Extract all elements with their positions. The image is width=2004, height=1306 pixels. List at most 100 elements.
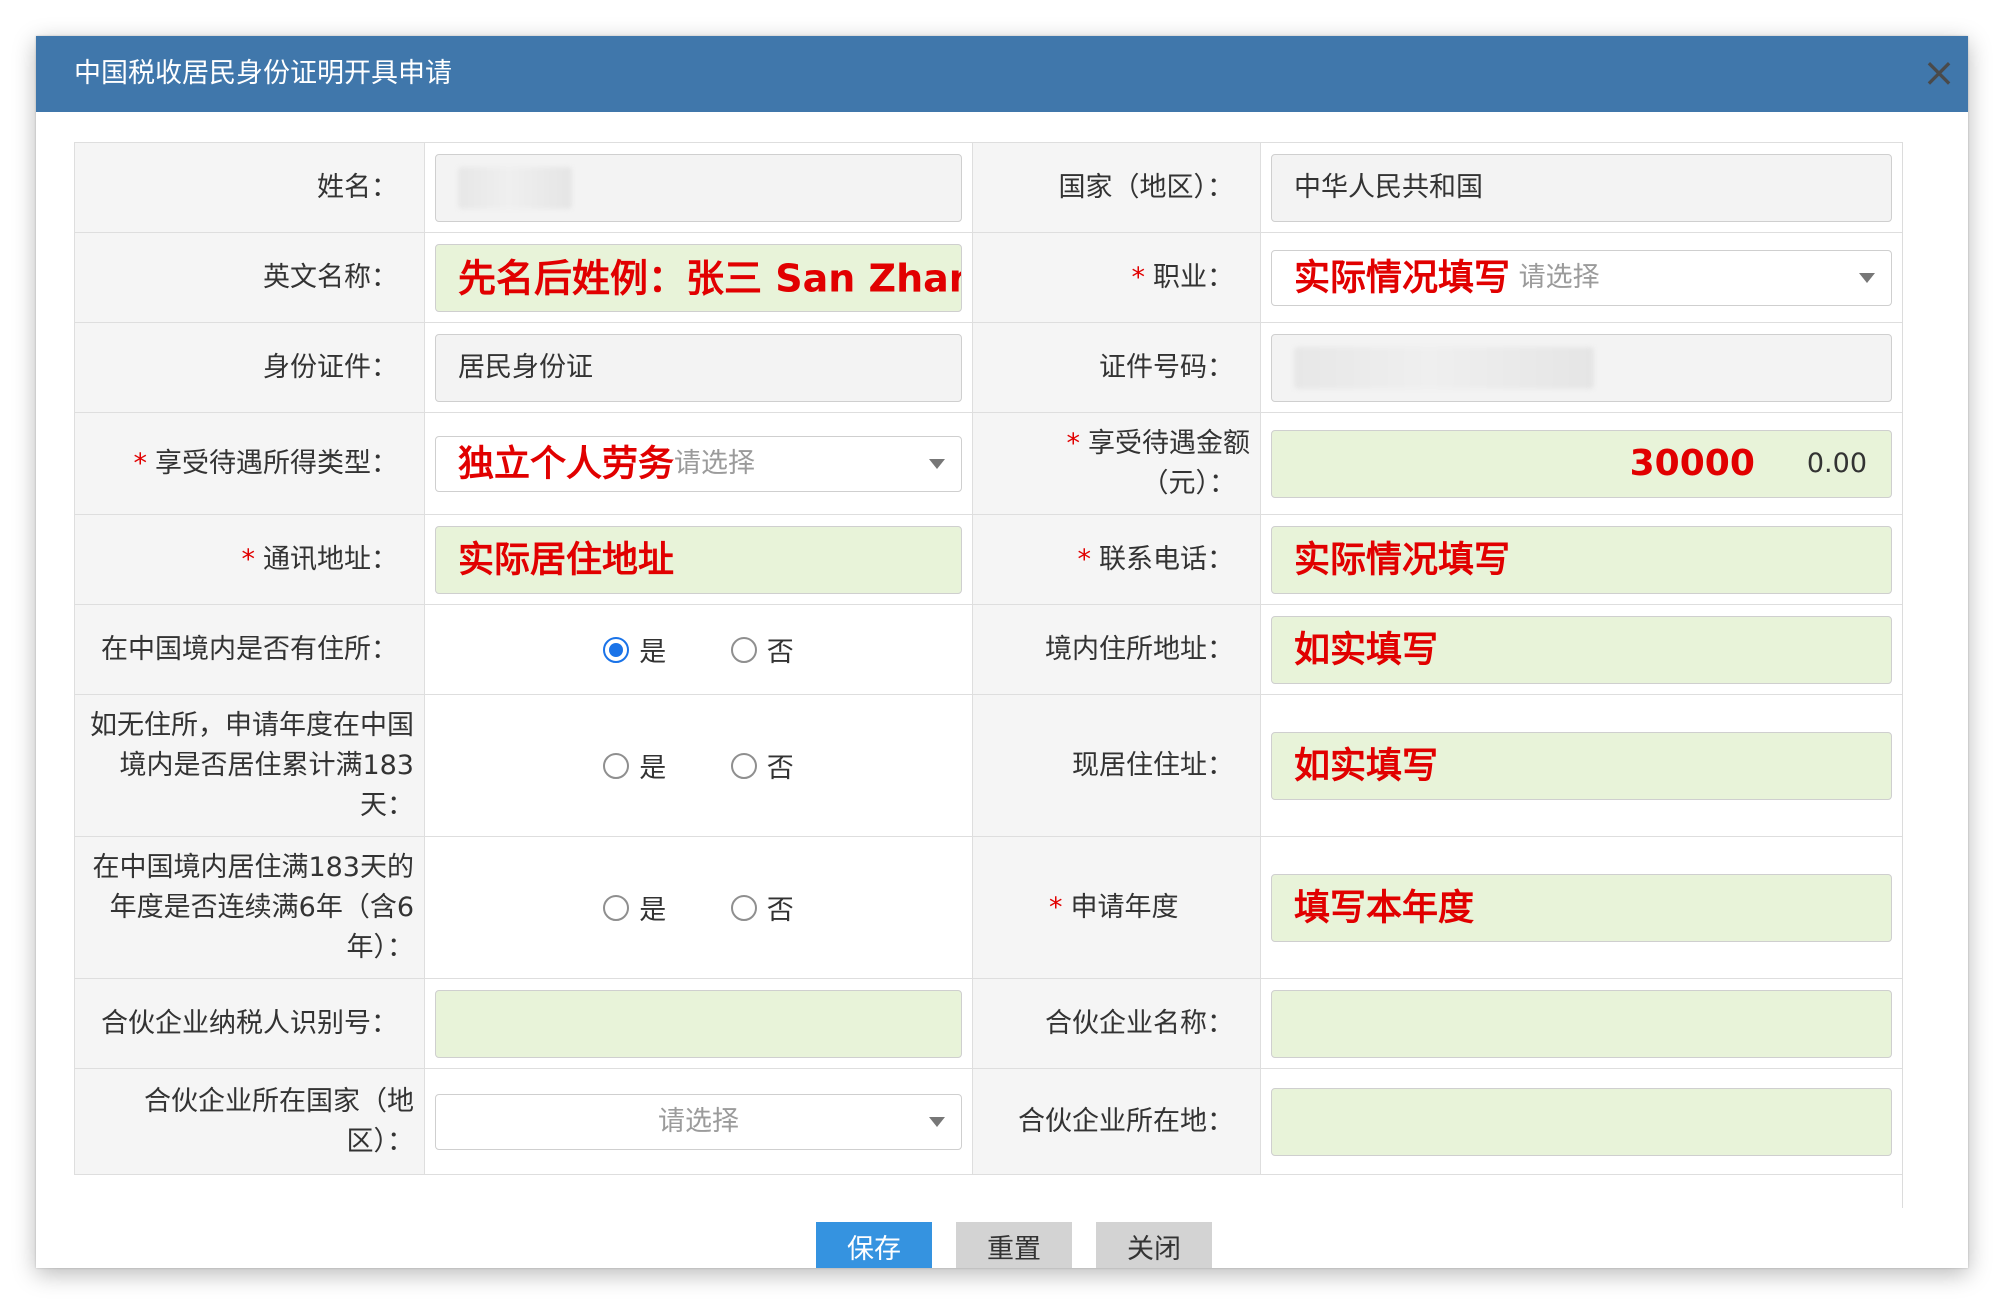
address-label: * 通讯地址：: [74, 514, 425, 605]
income-type-note: 独立个人劳务: [458, 443, 675, 484]
radio-icon[interactable]: [730, 894, 757, 921]
benefit-amount-value: 0.00: [1806, 447, 1867, 479]
partner-country-label: 合伙企业所在国家（地区）：: [74, 1068, 425, 1175]
partner-tax-id-label: 合伙企业纳税人识别号：: [74, 978, 425, 1069]
occupation-placeholder: 请选择: [1518, 261, 1600, 293]
required-mark: *: [1049, 891, 1063, 923]
resided-183-radios: 是 否: [424, 694, 973, 837]
has-domicile-yes[interactable]: 是: [603, 630, 666, 669]
six-years-yes[interactable]: 是: [603, 888, 666, 927]
country-cell: 中华人民共和国: [1260, 142, 1903, 233]
partner-name-label: 合伙企业名称：: [972, 978, 1261, 1069]
resided-183-label: 如无住所，申请年度在中国境内是否居住累计满183天：: [74, 694, 425, 837]
required-mark: *: [1066, 427, 1081, 459]
application-dialog: 中国税收居民身份证明开具申请 × 姓名： 国家（地区）： 中华人民共和国 英文名…: [36, 36, 1968, 1268]
form-row-income: * 享受待遇所得类型： 独立个人劳务请选择 * 享受待遇金额 （元）： 3000…: [74, 412, 1903, 515]
form-row-name: 姓名： 国家（地区）： 中华人民共和国: [74, 142, 1903, 233]
current-address-note: 如实填写: [1294, 745, 1439, 786]
occupation-label: * 职业：: [972, 232, 1261, 323]
partner-name-cell: [1260, 978, 1903, 1069]
income-type-select[interactable]: 独立个人劳务请选择: [435, 435, 962, 492]
resided-183-yes[interactable]: 是: [603, 746, 666, 785]
six-years-radios: 是 否: [424, 836, 973, 979]
resided-183-no[interactable]: 否: [730, 746, 794, 785]
phone-field[interactable]: 实际情况填写: [1271, 525, 1892, 594]
radio-checked-icon[interactable]: [603, 636, 630, 663]
partner-location-field[interactable]: [1271, 1087, 1892, 1156]
radio-icon[interactable]: [603, 894, 630, 921]
partner-country-select[interactable]: 请选择: [435, 1093, 962, 1150]
id-type-cell: 居民身份证: [424, 322, 973, 413]
partner-country-placeholder: 请选择: [658, 1105, 739, 1137]
partner-country-cell: 请选择: [424, 1068, 973, 1175]
form-row-english-name: 英文名称： 先名后姓例：张三 San Zhang * 职业： 实际情况填写 请选择: [74, 232, 1903, 323]
radio-icon[interactable]: [603, 752, 630, 779]
country-field[interactable]: 中华人民共和国: [1271, 153, 1892, 222]
english-name-label: 英文名称：: [74, 232, 425, 323]
apply-year-note: 填写本年度: [1294, 887, 1475, 928]
partner-location-cell: [1260, 1068, 1903, 1175]
benefit-amount-cell: 30000 0.00: [1260, 412, 1903, 515]
form-scroll-area: 姓名： 国家（地区）： 中华人民共和国 英文名称： 先名后姓例：张三 San Z…: [74, 142, 1926, 1208]
english-name-note: 先名后姓例：张三 San Zhang: [458, 256, 962, 300]
partner-location-label: 合伙企业所在地：: [972, 1068, 1261, 1175]
form-row-partner-location: 合伙企业所在国家（地区）： 请选择 合伙企业所在地：: [74, 1068, 1903, 1175]
income-type-label: * 享受待遇所得类型：: [74, 412, 425, 515]
income-type-placeholder: 请选择: [674, 447, 756, 479]
form-row-domicile: 在中国境内是否有住所： 是 否 境内住所地址： 如实填写: [74, 604, 1903, 695]
name-field[interactable]: [435, 153, 962, 222]
radio-icon[interactable]: [730, 636, 757, 663]
name-redacted: [458, 167, 572, 209]
domicile-address-field[interactable]: 如实填写: [1271, 615, 1892, 684]
address-note: 实际居住地址: [458, 539, 675, 580]
form-row-contact: * 通讯地址： 实际居住地址 * 联系电话： 实际情况填写: [74, 514, 1903, 605]
vertical-scrollbar[interactable]: [1902, 142, 1926, 1208]
occupation-cell: 实际情况填写 请选择: [1260, 232, 1903, 323]
address-field[interactable]: 实际居住地址: [435, 525, 962, 594]
six-years-no[interactable]: 否: [730, 888, 794, 927]
has-domicile-radios: 是 否: [424, 604, 973, 695]
close-button[interactable]: 关闭: [1096, 1222, 1212, 1268]
id-number-field[interactable]: [1271, 333, 1892, 402]
id-number-redacted: [1294, 347, 1594, 389]
application-form: 姓名： 国家（地区）： 中华人民共和国 英文名称： 先名后姓例：张三 San Z…: [74, 142, 1903, 1175]
id-type-field[interactable]: 居民身份证: [435, 333, 962, 402]
benefit-amount-field[interactable]: 30000 0.00: [1271, 429, 1892, 498]
required-mark: *: [1131, 261, 1146, 293]
current-address-cell: 如实填写: [1260, 694, 1903, 837]
button-bar: 保存 重置 关闭: [36, 1208, 1968, 1268]
save-button[interactable]: 保存: [816, 1222, 932, 1268]
chevron-down-icon: [929, 458, 945, 469]
occupation-select[interactable]: 实际情况填写 请选择: [1271, 249, 1892, 306]
domicile-address-cell: 如实填写: [1260, 604, 1903, 695]
partner-tax-id-field[interactable]: [435, 989, 962, 1058]
required-mark: *: [133, 447, 148, 479]
radio-icon[interactable]: [730, 752, 757, 779]
close-icon[interactable]: ×: [1916, 50, 1962, 96]
name-label: 姓名：: [74, 142, 425, 233]
required-mark: *: [241, 543, 256, 575]
partner-name-field[interactable]: [1271, 989, 1892, 1058]
apply-year-label: * 申请年度: [972, 836, 1261, 979]
chevron-down-icon: [929, 1116, 945, 1127]
six-years-label: 在中国境内居住满183天的年度是否连续满6年（含6年）：: [74, 836, 425, 979]
form-row-id: 身份证件： 居民身份证 证件号码：: [74, 322, 1903, 413]
apply-year-field[interactable]: 填写本年度: [1271, 873, 1892, 942]
reset-button[interactable]: 重置: [956, 1222, 1072, 1268]
dialog-titlebar: 中国税收居民身份证明开具申请 ×: [36, 36, 1968, 112]
occupation-note: 实际情况填写: [1294, 257, 1511, 298]
name-cell: [424, 142, 973, 233]
current-address-field[interactable]: 如实填写: [1271, 731, 1892, 800]
benefit-amount-label: * 享受待遇金额 （元）：: [972, 412, 1261, 515]
current-address-label: 现居住住址：: [972, 694, 1261, 837]
phone-note: 实际情况填写: [1294, 539, 1511, 580]
english-name-cell: 先名后姓例：张三 San Zhang: [424, 232, 973, 323]
income-type-cell: 独立个人劳务请选择: [424, 412, 973, 515]
id-type-value: 居民身份证: [458, 351, 593, 383]
english-name-field[interactable]: 先名后姓例：张三 San Zhang: [435, 243, 962, 312]
required-mark: *: [1077, 543, 1092, 575]
form-row-resided-183: 如无住所，申请年度在中国境内是否居住累计满183天： 是 否 现居住住址： 如实…: [74, 694, 1903, 837]
form-row-partner: 合伙企业纳税人识别号： 合伙企业名称：: [74, 978, 1903, 1069]
has-domicile-no[interactable]: 否: [730, 630, 794, 669]
phone-label: * 联系电话：: [972, 514, 1261, 605]
